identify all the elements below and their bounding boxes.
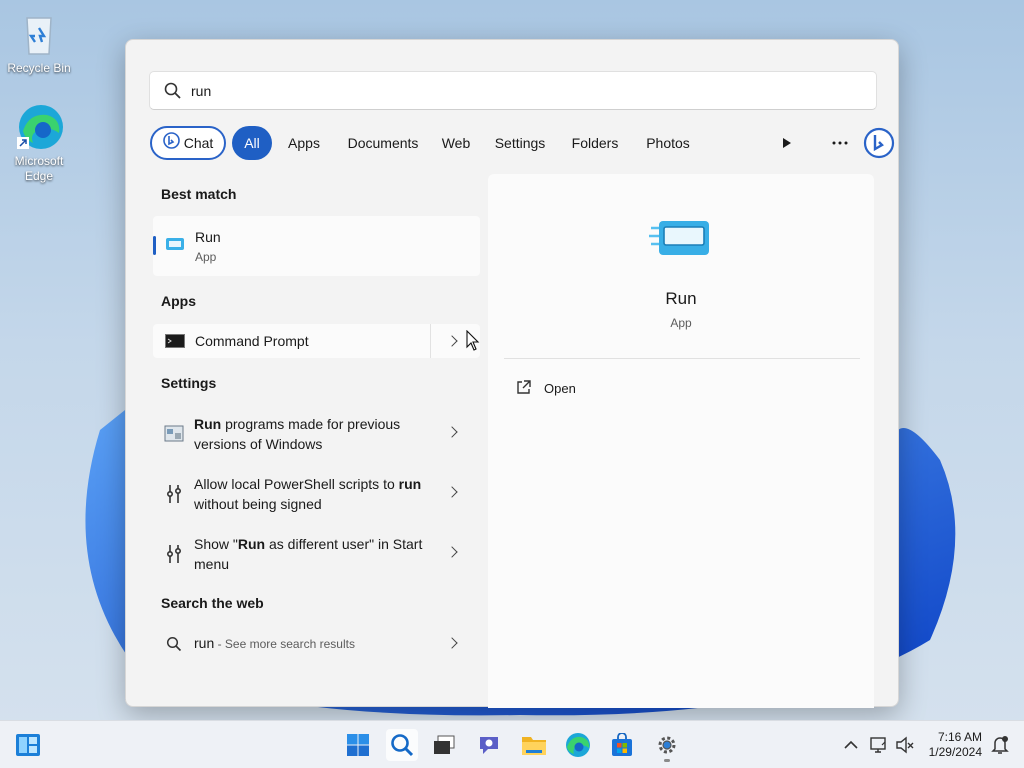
clock-date: 1/29/2024 [928, 745, 982, 759]
search-input[interactable]: run [149, 71, 877, 110]
chevron-right-icon [446, 637, 458, 649]
command-prompt-icon [165, 334, 185, 351]
search-icon [391, 734, 414, 757]
run-app-large-icon [649, 218, 713, 261]
recycle-bin-icon [15, 10, 63, 58]
edge-icon [566, 733, 590, 757]
settings-item-text: Run programs made for previous versions … [194, 416, 401, 452]
filter-chat[interactable]: Chat [150, 126, 226, 160]
gear-icon [658, 736, 676, 754]
widgets-button[interactable] [12, 729, 44, 761]
best-match-title: Run [195, 229, 221, 245]
chevron-right-icon[interactable] [446, 335, 458, 347]
chevron-up-icon [844, 740, 858, 749]
taskbar: 7:16 AM 1/29/2024 [0, 720, 1024, 768]
search-query: run [191, 83, 212, 99]
settings-heading: Settings [161, 375, 217, 391]
store-button[interactable] [606, 729, 638, 761]
bing-button[interactable] [862, 126, 896, 160]
task-view-icon [434, 735, 455, 754]
detail-pane: Run App Open [488, 174, 874, 708]
windows-logo-icon [347, 734, 369, 756]
chevron-right-icon [446, 486, 458, 498]
notifications-button[interactable] [984, 729, 1016, 761]
settings-item-text: Show "Run as different user" in Start me… [194, 536, 423, 572]
more-options-button[interactable] [826, 126, 854, 160]
selection-indicator [153, 236, 156, 255]
bing-chat-icon [162, 129, 180, 159]
search-icon [164, 82, 182, 103]
developer-settings-icon [164, 483, 184, 508]
teams-chat-icon [480, 737, 498, 754]
settings-app-button[interactable] [651, 729, 683, 762]
desktop-icon-recycle-bin[interactable]: Recycle Bin [3, 10, 75, 76]
clock-time: 7:16 AM [937, 730, 982, 744]
filter-web[interactable]: Web [435, 126, 477, 160]
detail-divider [504, 358, 860, 359]
speaker-muted-icon [896, 736, 914, 754]
settings-item-run-as-user[interactable]: Show "Run as different user" in Start me… [126, 533, 480, 577]
filter-apps[interactable]: Apps [278, 126, 330, 160]
search-web-heading: Search the web [161, 595, 264, 611]
desktop-icon-label: Recycle Bin [7, 61, 71, 75]
task-view-button[interactable] [428, 729, 460, 761]
best-match-heading: Best match [161, 186, 237, 202]
search-button[interactable] [386, 729, 418, 761]
app-item-title: Command Prompt [195, 333, 309, 349]
ellipsis-icon [832, 141, 848, 145]
desktop-icon-edge[interactable]: Microsoft Edge [3, 103, 75, 184]
settings-item-powershell[interactable]: Allow local PowerShell scripts to run wi… [126, 473, 480, 517]
file-explorer-button[interactable] [518, 729, 550, 761]
apps-heading: Apps [161, 293, 196, 309]
running-indicator [664, 759, 670, 762]
filter-all[interactable]: All [232, 126, 272, 160]
settings-item-text: Allow local PowerShell scripts to run wi… [194, 476, 422, 512]
chevron-right-icon [446, 426, 458, 438]
more-filters-play-button[interactable] [773, 126, 801, 160]
widgets-icon [16, 734, 40, 756]
web-search-text: run - See more search results [194, 635, 355, 651]
filter-settings[interactable]: Settings [484, 126, 556, 160]
bing-icon [863, 127, 895, 159]
notification-bell-icon [991, 736, 1009, 754]
search-icon [166, 636, 182, 655]
store-icon [612, 733, 632, 756]
open-action[interactable]: Open [504, 374, 860, 402]
open-action-label: Open [544, 381, 576, 396]
best-match-item[interactable]: Run App [153, 216, 480, 276]
web-search-item[interactable]: run - See more search results [126, 630, 480, 658]
edge-button[interactable] [562, 729, 594, 761]
best-match-subtitle: App [195, 250, 217, 264]
run-app-icon [165, 236, 185, 255]
system-clock[interactable]: 7:16 AM 1/29/2024 [929, 730, 982, 760]
start-button[interactable] [342, 729, 374, 761]
detail-app-name: Run [665, 289, 697, 308]
play-icon [783, 138, 791, 148]
developer-settings-icon [164, 543, 184, 568]
filter-photos[interactable]: Photos [634, 126, 702, 160]
start-search-panel: run Chat All Apps Documents Web Settings… [125, 39, 899, 708]
filter-folders[interactable]: Folders [562, 126, 628, 160]
folder-icon [522, 737, 546, 755]
compatibility-icon [164, 424, 184, 447]
desktop-icon-label: Microsoft Edge [14, 154, 64, 183]
teams-chat-button[interactable] [473, 729, 505, 761]
volume-status-button[interactable] [889, 729, 921, 761]
network-icon [870, 737, 886, 753]
app-item-command-prompt[interactable]: Command Prompt [153, 324, 480, 358]
chevron-right-icon [446, 546, 458, 558]
settings-item-run-programs[interactable]: Run programs made for previous versions … [126, 413, 480, 457]
detail-app-type: App [670, 316, 692, 330]
open-external-icon [516, 380, 531, 398]
mouse-cursor-icon [466, 330, 480, 351]
item-divider [430, 324, 431, 358]
edge-icon [15, 103, 63, 151]
filter-documents[interactable]: Documents [336, 126, 430, 160]
